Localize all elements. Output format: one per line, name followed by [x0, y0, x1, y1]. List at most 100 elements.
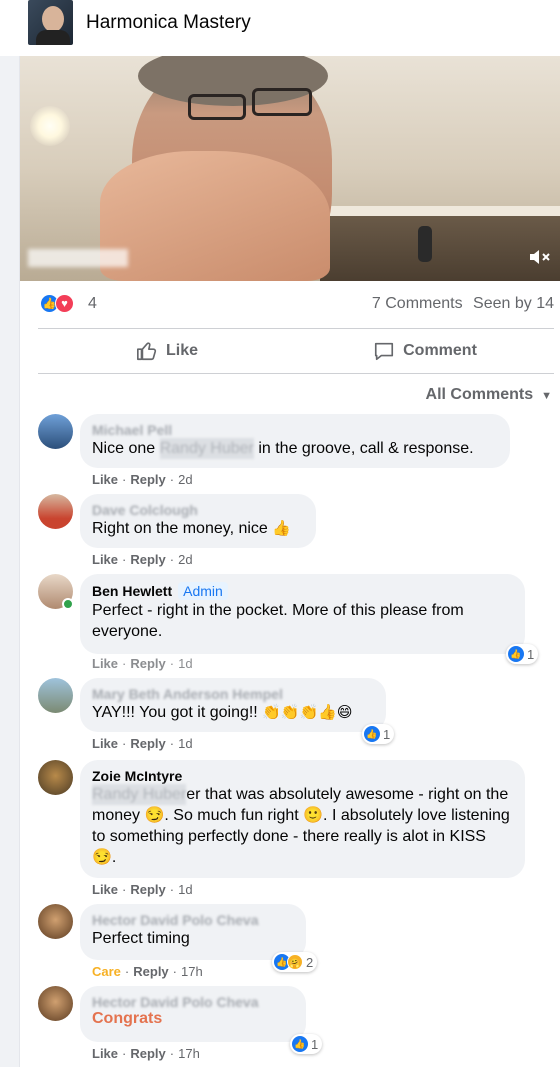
- comment-author[interactable]: Hector David Polo Cheva: [92, 994, 294, 1010]
- comment-meta: Like · Reply · 1d: [92, 882, 193, 897]
- comment-reply-link[interactable]: Reply: [130, 656, 165, 671]
- caret-down-icon: ▼: [541, 390, 552, 402]
- comment-time[interactable]: 1d: [178, 656, 192, 671]
- avatar[interactable]: [38, 760, 73, 795]
- separator: ·: [169, 656, 175, 671]
- comment-text: Perfect timing: [92, 930, 190, 947]
- like-reaction-icon: 👍: [364, 726, 380, 742]
- comment-reactions[interactable]: 👍 1: [290, 1034, 323, 1054]
- comment-reactions[interactable]: 👍 1: [362, 724, 395, 744]
- comment-care-link[interactable]: Care: [92, 964, 121, 979]
- online-status-dot: [62, 598, 74, 610]
- comment-like-link[interactable]: Like: [92, 552, 118, 567]
- comment-author[interactable]: Michael Pell: [92, 422, 498, 438]
- comment-reply-link[interactable]: Reply: [130, 882, 165, 897]
- comment-time[interactable]: 17h: [178, 1046, 200, 1061]
- comment-author[interactable]: Hector David Polo Cheva: [92, 912, 294, 928]
- comment-reply-link[interactable]: Reply: [130, 736, 165, 751]
- mute-icon[interactable]: [528, 248, 554, 268]
- comment-time[interactable]: 17h: [181, 964, 203, 979]
- comment-bubble: Michael Pell Nice one Randy Huber in the…: [80, 414, 510, 468]
- comments-filter-dropdown[interactable]: All Comments ▼: [426, 386, 552, 404]
- comment-button[interactable]: Comment: [296, 329, 554, 373]
- comment-reply-link[interactable]: Reply: [130, 1046, 165, 1061]
- video-blurred-overlay: [28, 249, 128, 267]
- like-label: Like: [165, 342, 198, 359]
- separator: ·: [169, 1046, 175, 1061]
- avatar[interactable]: [38, 414, 73, 449]
- comment-author[interactable]: Zoie McIntyre: [92, 768, 513, 784]
- avatar[interactable]: [38, 678, 73, 713]
- like-reaction-icon: 👍: [508, 646, 524, 662]
- comment-emoji: 👍: [272, 519, 291, 537]
- comment-like-link[interactable]: Like: [92, 656, 118, 671]
- separator: ·: [169, 552, 175, 567]
- comment-item: Hector David Polo Cheva Perfect timing 👍…: [38, 904, 554, 984]
- comment-time[interactable]: 1d: [178, 882, 192, 897]
- comment-reply-link[interactable]: Reply: [130, 552, 165, 567]
- comment-time[interactable]: 2d: [178, 472, 192, 487]
- avatar-face: [42, 6, 64, 32]
- comment-author[interactable]: Ben Hewlett Admin: [92, 582, 513, 600]
- group-header: Harmonica Mastery: [0, 0, 560, 56]
- video-shelf: [320, 216, 560, 281]
- avatar[interactable]: [38, 494, 73, 529]
- comment-item: Zoie McIntyre Randy Huberer that was abs…: [38, 760, 554, 905]
- comment-author[interactable]: Mary Beth Anderson Hempel: [92, 686, 374, 702]
- separator: ·: [169, 472, 175, 487]
- comment-icon: [375, 342, 394, 361]
- comment-author[interactable]: Dave Colclough: [92, 502, 304, 518]
- comment-like-link[interactable]: Like: [92, 736, 118, 751]
- comment-meta: Like · Reply · 17h: [92, 1046, 200, 1061]
- love-reaction-icon[interactable]: ♥: [55, 294, 74, 313]
- group-avatar[interactable]: [28, 0, 73, 45]
- post-video[interactable]: [20, 56, 560, 281]
- comment-time[interactable]: 2d: [178, 552, 192, 567]
- comment-label: Comment: [403, 342, 477, 359]
- comment-reactions[interactable]: 👍 🤗 2: [272, 952, 318, 972]
- reaction-count: 1: [311, 1036, 319, 1052]
- separator: ·: [122, 1046, 127, 1061]
- separator: ·: [122, 552, 127, 567]
- comment-text-part: Nice one: [92, 440, 160, 457]
- like-button[interactable]: Like: [38, 329, 296, 373]
- comment-item: Ben Hewlett Admin Perfect - right in the …: [38, 574, 554, 674]
- group-title[interactable]: Harmonica Mastery: [86, 12, 251, 34]
- care-reaction-icon: 🤗: [287, 954, 303, 970]
- comment-item: Michael Pell Nice one Randy Huber in the…: [38, 414, 554, 494]
- comment-text: Congrats: [92, 1010, 163, 1027]
- comment-bubble: Mary Beth Anderson Hempel YAY!!! You got…: [80, 678, 386, 732]
- comment-text: Randy Huberer that was absolutely awesom…: [92, 784, 513, 868]
- comment-text: Right on the money, nice 👍: [92, 518, 304, 539]
- post-stats: 👍 ♥ 4 7 Comments Seen by 14: [20, 292, 560, 318]
- comment-item: Mary Beth Anderson Hempel YAY!!! You got…: [38, 678, 554, 758]
- avatar[interactable]: [38, 986, 73, 1021]
- separator: ·: [122, 656, 127, 671]
- comment-like-link[interactable]: Like: [92, 1046, 118, 1061]
- comment-bubble: Zoie McIntyre Randy Huberer that was abs…: [80, 760, 525, 878]
- comment-meta: Like · Reply · 2d: [92, 552, 193, 567]
- comment-meta: Like · Reply · 1d: [92, 656, 193, 671]
- comments-filter-label: All Comments: [425, 386, 534, 403]
- seen-by[interactable]: Seen by 14: [473, 295, 554, 312]
- reaction-count: 2: [306, 954, 314, 970]
- comment-bubble: Hector David Polo Cheva Congrats: [80, 986, 306, 1042]
- comment-like-link[interactable]: Like: [92, 882, 118, 897]
- separator: ·: [169, 882, 175, 897]
- comment-meta: Like · Reply · 1d: [92, 736, 193, 751]
- comment-meta: Care · Reply · 17h: [92, 964, 203, 979]
- comment-reply-link[interactable]: Reply: [133, 964, 168, 979]
- avatar[interactable]: [38, 904, 73, 939]
- video-glasses-right: [252, 88, 312, 116]
- reaction-count[interactable]: 4: [88, 295, 97, 313]
- comment-like-link[interactable]: Like: [92, 472, 118, 487]
- like-reaction-icon: 👍: [292, 1036, 308, 1052]
- comments-count[interactable]: 7 Comments: [372, 295, 463, 312]
- post-stats-right: 7 Comments Seen by 14: [366, 295, 554, 313]
- comment-bubble: Hector David Polo Cheva Perfect timing: [80, 904, 306, 960]
- thumbs-up-icon: [136, 342, 157, 361]
- avatar-shirt: [36, 30, 70, 45]
- comment-reactions[interactable]: 👍 1: [506, 644, 539, 664]
- comment-reply-link[interactable]: Reply: [130, 472, 165, 487]
- comment-time[interactable]: 1d: [178, 736, 192, 751]
